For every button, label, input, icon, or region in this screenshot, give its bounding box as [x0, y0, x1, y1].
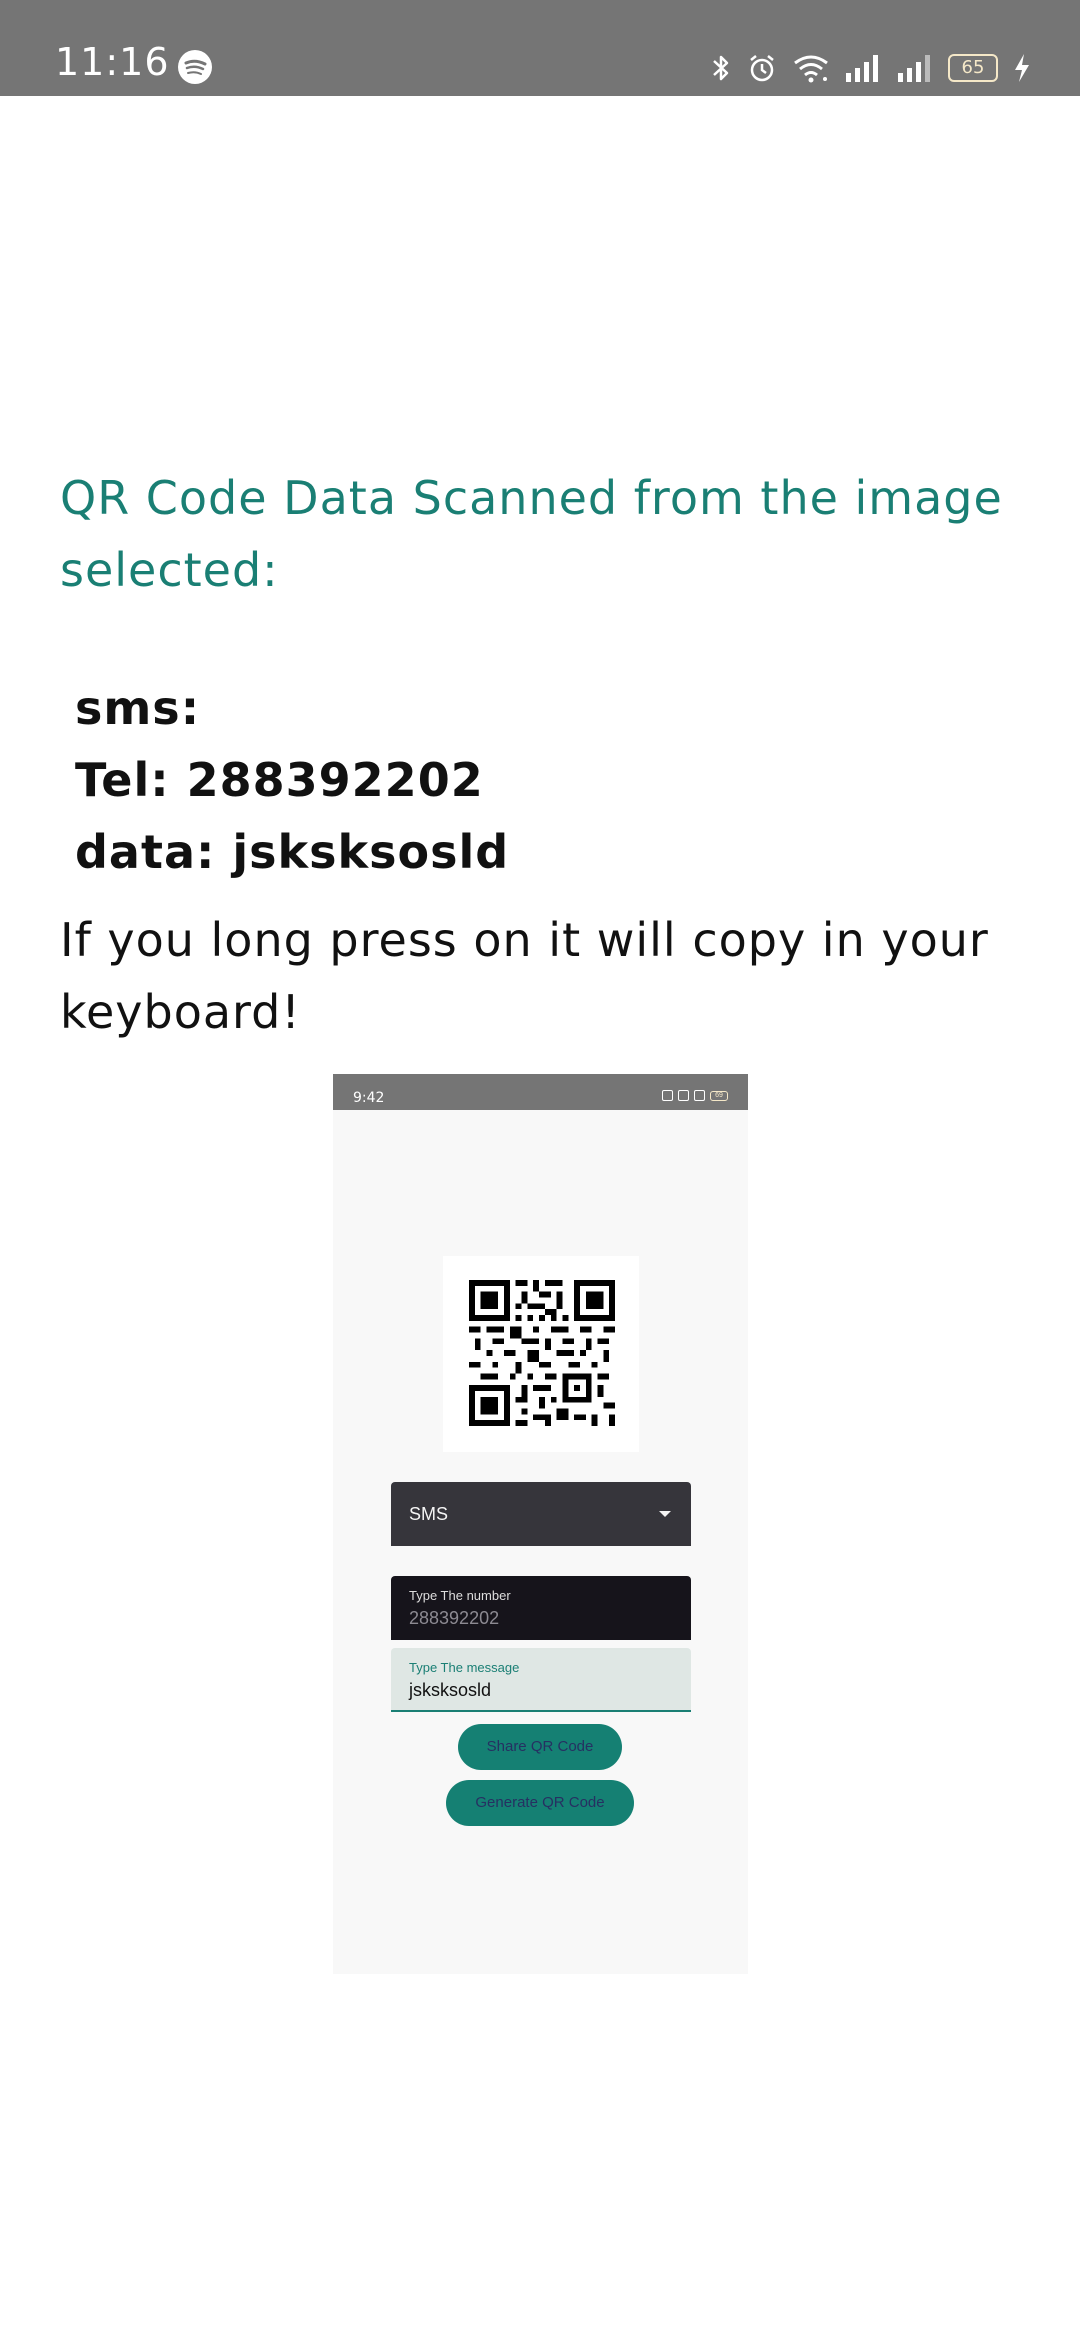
- number-field[interactable]: Type The number 288392202: [391, 1576, 691, 1640]
- embedded-battery-icon: 69: [710, 1090, 728, 1101]
- number-field-value: 288392202: [409, 1608, 500, 1628]
- charging-icon: [1015, 54, 1029, 82]
- embedded-status-icons: 69: [662, 1090, 728, 1101]
- message-field[interactable]: Type The message jsksksosld: [391, 1648, 691, 1712]
- qr-code-image: [443, 1256, 639, 1452]
- embedded-status-bar: 9:42 69: [333, 1074, 748, 1110]
- battery-icon: 65: [948, 54, 998, 82]
- embedded-alarm-icon: [662, 1090, 673, 1101]
- bluetooth-icon: [713, 55, 729, 81]
- status-time: 11:16: [55, 40, 170, 84]
- share-qr-button[interactable]: Share QR Code: [458, 1724, 622, 1770]
- dropdown-caret-icon: [659, 1511, 671, 1517]
- embedded-signal-icon: [694, 1090, 705, 1101]
- message-field-label: Type The message: [409, 1660, 520, 1675]
- status-bar: 11:16 65: [0, 0, 1080, 96]
- generate-qr-button[interactable]: Generate QR Code: [446, 1780, 634, 1826]
- spotify-icon: [178, 50, 212, 84]
- status-icons: 65: [710, 48, 1032, 88]
- signal-icon-2: [898, 55, 930, 82]
- embedded-status-time: 9:42: [353, 1090, 385, 1106]
- alarm-icon: [750, 55, 774, 82]
- copy-hint: If you long press on it will copy in you…: [60, 913, 989, 1039]
- embedded-wifi-icon: [678, 1090, 689, 1101]
- message-field-value: jsksksosld: [409, 1680, 492, 1700]
- scanned-data-text[interactable]: sms: Tel: 288392202 data: jsksksosld: [75, 672, 1015, 888]
- wifi-icon: [794, 55, 828, 83]
- signal-icon: [846, 55, 878, 82]
- page-title: QR Code Data Scanned from the image sele…: [60, 471, 1003, 597]
- qr-type-selected: SMS: [409, 1504, 449, 1524]
- selected-image-preview: 9:42 69 SMS Type The number 288392202 Ty…: [333, 1074, 748, 1974]
- number-field-label: Type The number: [409, 1588, 511, 1603]
- qr-type-dropdown[interactable]: SMS: [391, 1482, 691, 1546]
